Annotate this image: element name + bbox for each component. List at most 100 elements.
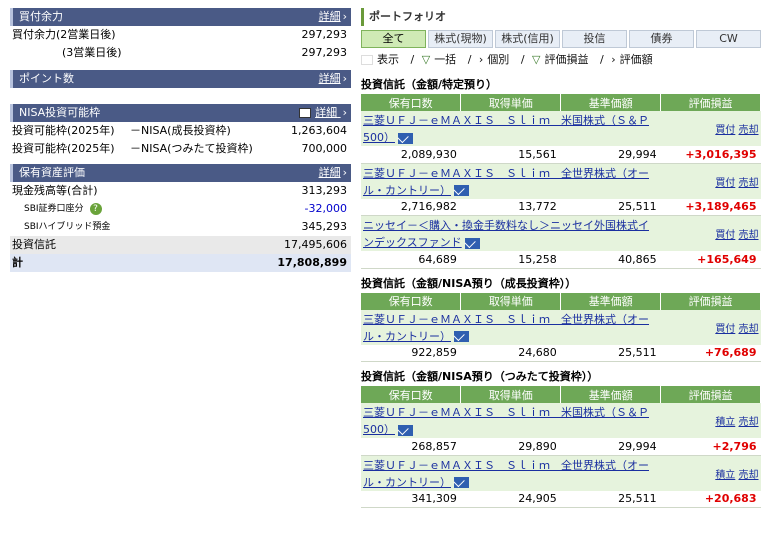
row-label: 投資信託	[12, 238, 56, 251]
mail-icon[interactable]	[454, 477, 469, 488]
fund-actions: 買付 売却	[660, 215, 761, 251]
sell-link[interactable]: 売却	[739, 470, 759, 481]
tab-stock-margin[interactable]: 株式(信用)	[495, 30, 560, 48]
buy-link[interactable]: 積立	[715, 470, 735, 481]
sell-link[interactable]: 売却	[739, 125, 759, 136]
asset-row-sbi: SBI証券口座分? -32,000	[10, 200, 351, 218]
list-icon	[361, 55, 373, 65]
section-title: NISA投資可能枠	[19, 106, 101, 119]
separator: /	[600, 53, 604, 66]
value-units: 268,857	[361, 438, 461, 456]
mail-icon[interactable]	[398, 424, 413, 436]
column-header: 評価損益	[660, 94, 761, 111]
row-label: SBIハイブリッド預金	[24, 222, 111, 232]
row-value: 313,293	[301, 184, 348, 197]
mail-icon[interactable]	[454, 185, 469, 196]
chevron-right-icon: ›	[611, 53, 616, 66]
eval-value-link[interactable]: › 評価額	[611, 53, 656, 66]
holdings-table: 保有口数 取得単価 基準価額 評価損益 三菱ＵＦＪ－ｅＭＡＸＩＳ Ｓｌｉｍ 全世界株式（…	[361, 292, 761, 362]
fund-name-cell: 三菱ＵＦＪ－ｅＭＡＸＩＳ Ｓｌｉｍ 米国株式（Ｓ＆Ｐ500）	[361, 403, 661, 438]
mail-icon[interactable]	[398, 132, 413, 144]
row-value: -32,000	[304, 202, 347, 215]
fund-name-link[interactable]: ニッセイ－＜購入・換金手数料なし＞ニッセイ外国株式インデックスファンド	[363, 219, 649, 249]
column-header: 取得単価	[460, 292, 562, 310]
tab-all[interactable]: 全て	[361, 30, 426, 48]
separator: /	[410, 53, 415, 66]
fund-actions: 買付 売却	[660, 111, 761, 146]
row-value: 1,263,604	[291, 124, 347, 137]
row-label: 投資可能枠(2025年)	[12, 124, 115, 137]
buy-link[interactable]: 買付	[715, 230, 735, 241]
help-icon[interactable]: ?	[89, 202, 102, 215]
fund-actions: 積立 売却	[660, 403, 761, 438]
details-link[interactable]: 詳細	[299, 104, 347, 122]
nisa-row-tsumitate: 投資可能枠(2025年) －NISA(つみたて投資枠) 700,000	[10, 140, 351, 158]
column-header: 基準価額	[560, 386, 662, 403]
group-title: 投資信託（金額/NISA預り（つみたて投資枠））	[361, 370, 599, 383]
buy-link[interactable]: 積立	[715, 417, 735, 428]
fund-name-link[interactable]: 三菱ＵＦＪ－ｅＭＡＸＩＳ Ｓｌｉｍ 全世界株式（オール・カントリー）	[363, 167, 649, 197]
fund-name-row: 三菱ＵＦＪ－ｅＭＡＸＩＳ Ｓｌｉｍ 米国株式（Ｓ＆Ｐ500） 積立 売却	[361, 403, 761, 438]
mail-icon[interactable]	[454, 331, 469, 342]
fund-name-row: 三菱ＵＦＪ－ｅＭＡＸＩＳ Ｓｌｉｍ 全世界株式（オール・カントリー） 買付 売却	[361, 163, 761, 199]
column-header: 評価損益	[660, 292, 761, 310]
value-units: 2,089,930	[361, 146, 461, 164]
column-header: 保有口数	[361, 94, 462, 111]
value-pl: +20,683	[660, 490, 761, 508]
sell-link[interactable]: 売却	[739, 417, 759, 428]
display-label: 表示	[361, 53, 403, 66]
chevron-right-icon: ›	[478, 53, 484, 66]
buy-link[interactable]: 買付	[715, 324, 735, 335]
fund-values-row: 341,309 24,905 25,511 +20,683	[361, 490, 761, 508]
value-units: 64,689	[361, 251, 461, 269]
column-header: 取得単価	[460, 94, 562, 111]
group-title: 投資信託（金額/NISA預り（成長投資枠））	[361, 276, 577, 290]
value-units: 922,859	[361, 344, 461, 362]
details-link[interactable]: 詳細	[319, 164, 347, 182]
sell-link[interactable]: 売却	[739, 178, 759, 189]
row-label: 計	[12, 256, 23, 269]
fund-values-row: 2,089,930 15,561 29,994 +3,016,395	[361, 146, 761, 164]
group-title: 投資信託（金額/特定預り）	[361, 78, 498, 91]
section-title: ポイント数	[19, 72, 74, 85]
fund-values-row: 64,689 15,258 40,865 +165,649	[361, 251, 761, 269]
details-link[interactable]: 詳細	[319, 8, 347, 26]
sell-link[interactable]: 売却	[739, 230, 759, 241]
row-value: 297,293	[301, 28, 348, 41]
column-header: 保有口数	[361, 292, 462, 310]
value-cost: 15,258	[460, 251, 561, 269]
buy-link[interactable]: 買付	[715, 125, 735, 136]
portfolio-panel: ポートフォリオ 全て 株式(現物) 株式(信用) 投信 債券 CW 表示 / ▽…	[361, 8, 761, 508]
mail-icon[interactable]	[464, 237, 480, 249]
individual-link[interactable]: › 個別	[479, 53, 513, 66]
value-cost: 24,680	[460, 344, 561, 362]
row-value: 345,293	[301, 220, 348, 233]
card-icon	[299, 108, 312, 118]
nisa-row-growth: 投資可能枠(2025年) －NISA(成長投資枠) 1,263,604	[10, 122, 351, 140]
tab-stock-cash[interactable]: 株式(現物)	[428, 30, 493, 48]
tab-cw[interactable]: CW	[696, 30, 761, 48]
fund-name-link[interactable]: 三菱ＵＦＪ－ｅＭＡＸＩＳ Ｓｌｉｍ 全世界株式（オール・カントリー）	[363, 313, 649, 343]
row-value: 17,495,606	[284, 238, 347, 251]
row-sub: －NISA(つみたて投資枠)	[130, 142, 253, 155]
value-nav: 25,511	[560, 344, 661, 362]
buy-link[interactable]: 買付	[715, 178, 735, 189]
value-cost: 13,772	[460, 198, 561, 216]
value-nav: 25,511	[560, 490, 661, 508]
fund-name-link[interactable]: 三菱ＵＦＪ－ｅＭＡＸＩＳ Ｓｌｉｍ 全世界株式（オール・カントリー）	[363, 459, 649, 489]
sell-link[interactable]: 売却	[739, 324, 759, 335]
row-label: (3営業日後)	[62, 46, 122, 59]
value-nav: 40,865	[560, 251, 661, 269]
tab-bonds[interactable]: 債券	[629, 30, 694, 48]
tab-funds[interactable]: 投信	[562, 30, 627, 48]
eval-pl-link[interactable]: ▽ 評価損益	[532, 53, 592, 66]
separator: /	[520, 53, 525, 66]
fund-values-row: 922,859 24,680 25,511 +76,689	[361, 344, 761, 362]
section-title: 保有資産評価	[19, 166, 85, 179]
portfolio-title: ポートフォリオ	[361, 8, 761, 26]
bulk-link[interactable]: ▽ 一括	[422, 53, 460, 66]
value-nav: 25,511	[560, 198, 661, 216]
row-value: 700,000	[301, 142, 348, 155]
details-link[interactable]: 詳細	[319, 70, 347, 88]
display-toolbar: 表示 / ▽ 一括 / › 個別 / ▽ 評価損益 / › 評価額	[361, 50, 761, 70]
